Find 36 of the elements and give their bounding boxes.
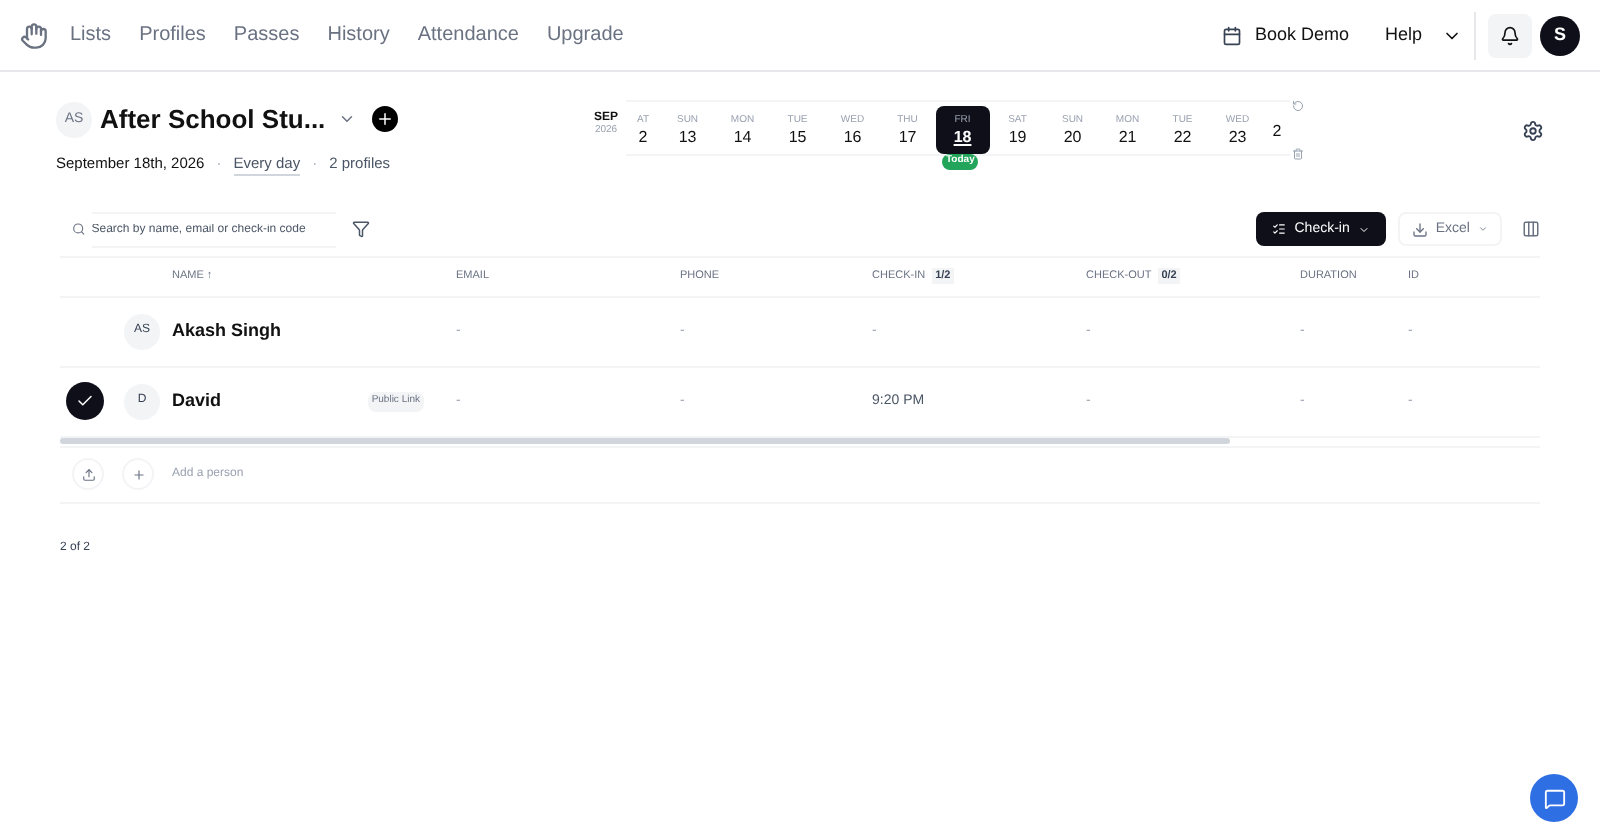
person-name[interactable]: Akash Singh bbox=[172, 318, 282, 345]
notifications-button[interactable] bbox=[1488, 13, 1532, 57]
chevron-icon bbox=[1478, 224, 1488, 235]
user-avatar[interactable]: S bbox=[1540, 15, 1580, 55]
upload-button[interactable] bbox=[72, 458, 104, 491]
date-cell[interactable]: 2 bbox=[1265, 106, 1290, 154]
chat-icon bbox=[1543, 787, 1565, 809]
check-icon bbox=[75, 392, 93, 411]
nav-link[interactable]: History bbox=[327, 20, 390, 50]
help-menu[interactable]: Help bbox=[1372, 11, 1476, 59]
chevron-icon bbox=[1357, 223, 1370, 236]
row-checkbox[interactable] bbox=[65, 382, 103, 421]
list-title: After School Stu... bbox=[100, 102, 326, 138]
nav-link[interactable]: Upgrade bbox=[546, 20, 624, 50]
calendar-icon bbox=[1222, 25, 1243, 45]
filter-icon[interactable] bbox=[352, 220, 370, 239]
nav-link[interactable]: Attendance bbox=[417, 20, 519, 50]
bell-icon bbox=[1500, 25, 1520, 45]
book-demo-link[interactable]: Book Demo bbox=[1254, 21, 1349, 49]
columns-icon[interactable] bbox=[1522, 220, 1540, 239]
nav-link[interactable]: Lists bbox=[70, 20, 112, 50]
horizontal-scrollbar[interactable] bbox=[60, 438, 1230, 445]
nav-link[interactable]: Passes bbox=[233, 20, 300, 50]
chat-button[interactable] bbox=[1530, 774, 1578, 822]
nav-link[interactable]: Profiles bbox=[139, 20, 206, 50]
trash-icon[interactable] bbox=[1292, 148, 1305, 160]
upload-icon bbox=[81, 467, 95, 482]
plus-icon bbox=[131, 467, 145, 482]
person-name[interactable]: David bbox=[172, 388, 222, 415]
add-button[interactable] bbox=[371, 106, 398, 133]
hand-logo-icon[interactable] bbox=[20, 21, 48, 49]
checklist-icon bbox=[1272, 222, 1287, 237]
plus-icon bbox=[375, 110, 394, 129]
search-icon bbox=[72, 222, 86, 237]
settings-icon[interactable] bbox=[1522, 120, 1544, 142]
download-icon bbox=[1411, 221, 1428, 238]
